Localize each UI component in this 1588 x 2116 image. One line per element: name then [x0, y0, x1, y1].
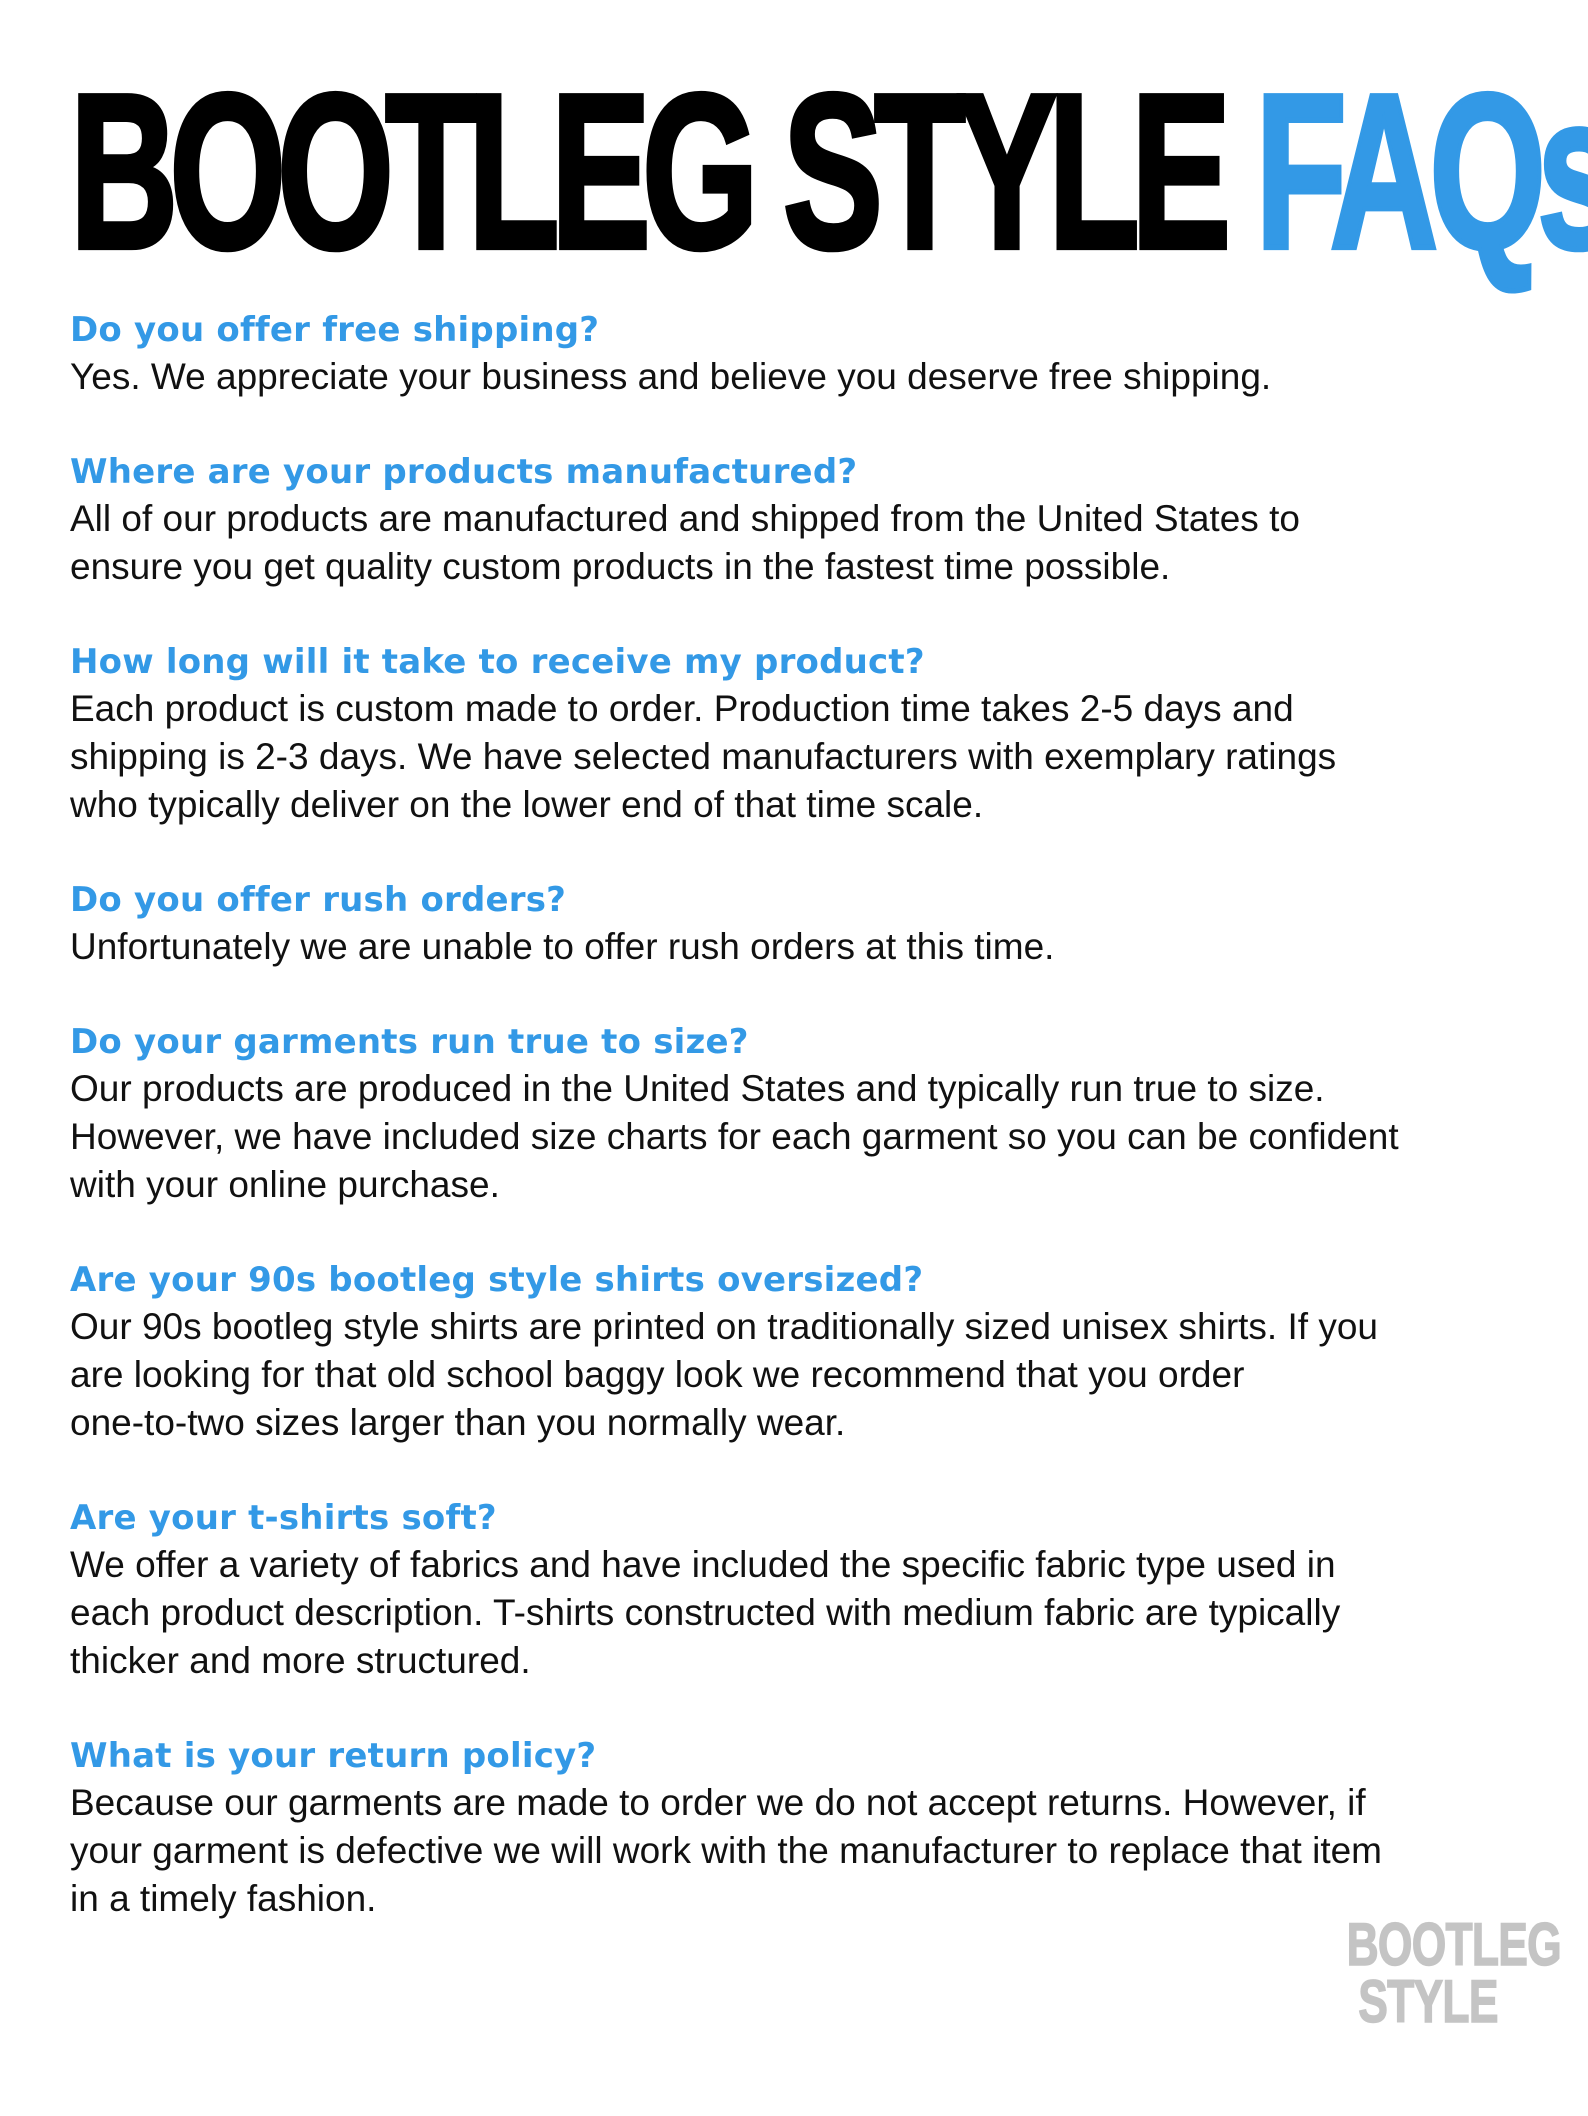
- faq-question: Do you offer rush orders?: [70, 880, 567, 920]
- faq-list: Do you offer free shipping? Yes. We appr…: [70, 307, 1518, 1923]
- faq-question: What is your return policy?: [70, 1736, 597, 1776]
- faq-answer: Yes. We appreciate your business and bel…: [70, 356, 1272, 397]
- faq-item: Where are your products manufactured? Al…: [70, 449, 1518, 591]
- faq-item: Are your t-shirts soft? We offer a varie…: [70, 1495, 1518, 1685]
- faq-page: BOOTLEG STYLE FAQs Do you offer free shi…: [68, 59, 1588, 1971]
- faq-item: How long will it take to receive my prod…: [70, 639, 1518, 829]
- faq-answer: Our 90s bootleg style shirts are printed…: [70, 1306, 1378, 1443]
- faq-question: Are your 90s bootleg style shirts oversi…: [70, 1260, 924, 1300]
- faq-item: Do you offer rush orders? Unfortunately …: [70, 877, 1518, 971]
- logo-line-2: STYLE: [1358, 1968, 1499, 2035]
- faq-item: What is your return policy? Because our …: [70, 1733, 1518, 1923]
- page-title-accent: FAQs: [1254, 49, 1588, 296]
- faq-answer: Each product is custom made to order. Pr…: [70, 688, 1337, 825]
- faq-question: Are your t-shirts soft?: [70, 1498, 497, 1538]
- faq-question: How long will it take to receive my prod…: [70, 642, 925, 682]
- page-title: BOOTLEG STYLE FAQs: [68, 59, 1588, 290]
- faq-answer: Unfortunately we are unable to offer rus…: [70, 926, 1055, 967]
- faq-answer: Because our garments are made to order w…: [70, 1782, 1383, 1919]
- faq-item: Are your 90s bootleg style shirts oversi…: [70, 1257, 1518, 1447]
- faq-question: Where are your products manufactured?: [70, 452, 858, 492]
- faq-item: Do your garments run true to size? Our p…: [70, 1019, 1518, 1209]
- faq-question: Do you offer free shipping?: [70, 310, 600, 350]
- faq-answer: Our products are produced in the United …: [70, 1068, 1399, 1205]
- faq-answer: All of our products are manufactured and…: [70, 498, 1300, 587]
- faq-question: Do your garments run true to size?: [70, 1022, 749, 1062]
- page-title-main: BOOTLEG STYLE: [68, 49, 1256, 296]
- logo-line-1: BOOTLEG: [1346, 1911, 1562, 1978]
- faq-item: Do you offer free shipping? Yes. We appr…: [70, 307, 1518, 401]
- faq-answer: We offer a variety of fabrics and have i…: [70, 1544, 1341, 1681]
- bootleg-style-logo: BOOTLEG STYLE: [1318, 1911, 1562, 2035]
